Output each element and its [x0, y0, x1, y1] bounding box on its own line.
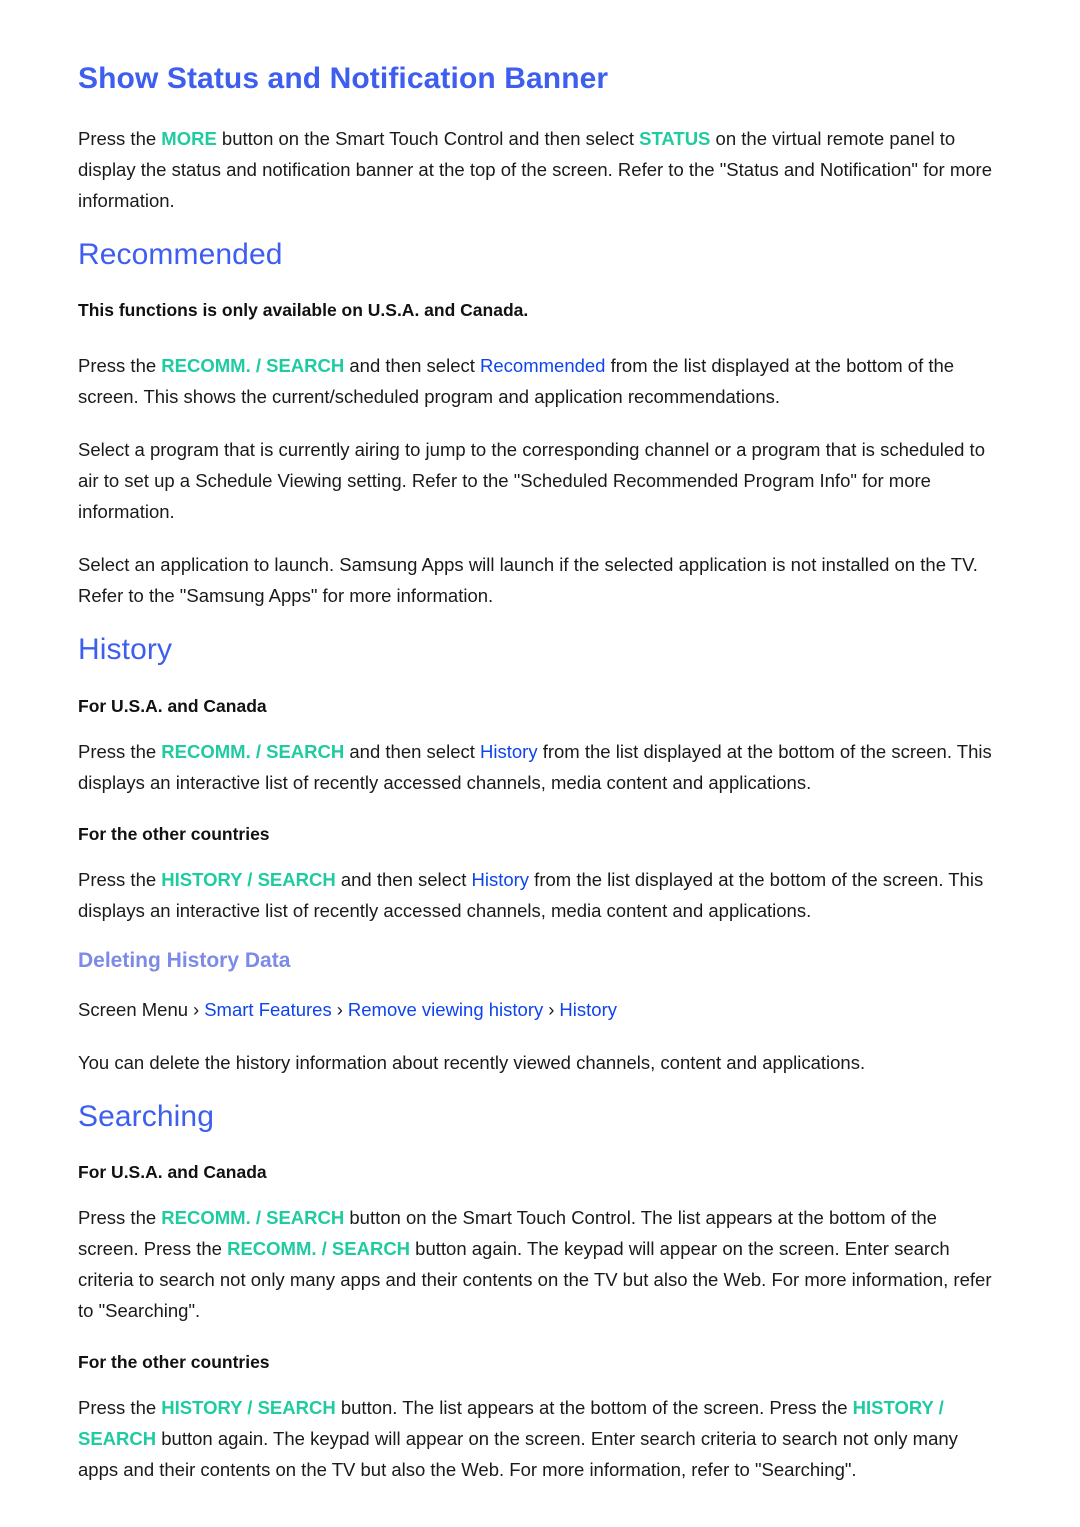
text-fragment: Press the: [78, 127, 162, 149]
section-heading-recommended: Recommended: [78, 237, 283, 271]
remote-key-recomm-search: RECOMM. / SEARCH: [161, 740, 345, 762]
text-fragment: Press the: [78, 868, 162, 890]
label-for-usa-and-canada-history: For U.S.A. and Canada: [78, 695, 267, 716]
text-fragment: Press the: [78, 355, 162, 376]
text-fragment: Press the: [78, 1207, 162, 1229]
remote-key-history-search: HISTORY / SEARCH: [161, 868, 336, 890]
remote-key-history-search: HISTORY / SEARCH: [161, 1397, 336, 1419]
paragraph-searching-usa: Press the RECOMM. / SEARCH button on the…: [78, 1202, 1002, 1326]
remote-key-recomm-search: RECOMM. / SEARCH: [161, 1207, 345, 1229]
paragraph-banner-intro: Press the MORE button on the Smart Touch…: [78, 123, 1002, 216]
breadcrumb: Screen Menu › Smart Features › Remove viewin…: [78, 995, 1002, 1025]
remote-key-status: STATUS: [639, 127, 711, 149]
paragraph-history-other-countries: Press the HISTORY / SEARCH and then sele…: [78, 864, 1002, 926]
remote-key-recomm-search: RECOMM. / SEARCH: [227, 1238, 411, 1260]
paragraph-deleting-history-data: You can delete the history information a…: [78, 1051, 866, 1073]
breadcrumb-item-history[interactable]: History: [559, 999, 617, 1020]
text-fragment: and then select: [344, 740, 481, 762]
paragraph-recommended-howto: Press the RECOMM. / SEARCH and then sele…: [78, 350, 1002, 412]
page-title-show-status-banner: Show Status and Notification Banner: [78, 62, 609, 95]
page-content: Show Status and Notification Banner Pres…: [78, 62, 1002, 1485]
paragraph-history-usa: Press the RECOMM. / SEARCH and then sele…: [78, 736, 1002, 798]
remote-key-more: MORE: [161, 127, 217, 149]
chevron-right-icon: ›: [548, 998, 555, 1020]
paragraph-searching-other-countries: Press the HISTORY / SEARCH button. The l…: [78, 1392, 1002, 1485]
chevron-right-icon: ›: [336, 998, 343, 1020]
label-for-usa-and-canada-searching: For U.S.A. and Canada: [78, 1162, 267, 1183]
text-fragment: and then select: [344, 355, 481, 376]
label-for-other-countries-searching: For the other countries: [78, 1352, 270, 1373]
remote-key-recomm-search: RECOMM. / SEARCH: [161, 355, 345, 376]
breadcrumb-item-remove-viewing-history[interactable]: Remove viewing history: [348, 999, 543, 1020]
paragraph-recommended-app-launch: Select an application to launch. Samsung…: [78, 554, 978, 606]
availability-note-recommended: This functions is only available on U.S.…: [78, 300, 529, 320]
menu-item-history: History: [471, 868, 530, 890]
chevron-right-icon: ›: [193, 998, 200, 1020]
section-heading-searching: Searching: [78, 1099, 214, 1133]
section-heading-history: History: [78, 633, 173, 666]
manual-page: Show Status and Notification Banner Pres…: [0, 0, 1080, 1527]
breadcrumb-item-smart-features[interactable]: Smart Features: [204, 999, 332, 1020]
subsection-heading-deleting-history-data: Deleting History Data: [78, 948, 291, 972]
menu-item-history: History: [480, 740, 538, 762]
text-fragment: button on the Smart Touch Control and th…: [216, 127, 640, 149]
text-fragment: button. The list appears at the bottom o…: [335, 1397, 853, 1419]
breadcrumb-root: Screen Menu: [78, 998, 189, 1020]
menu-item-recommended: Recommended: [480, 355, 606, 376]
text-fragment: and then select: [335, 868, 472, 890]
label-for-other-countries-history: For the other countries: [78, 823, 270, 844]
text-fragment: button again. The keypad will appear on …: [78, 1428, 958, 1481]
paragraph-recommended-program-select: Select a program that is currently airin…: [78, 439, 985, 522]
text-fragment: Press the: [78, 1397, 162, 1419]
text-fragment: Press the: [78, 740, 162, 762]
